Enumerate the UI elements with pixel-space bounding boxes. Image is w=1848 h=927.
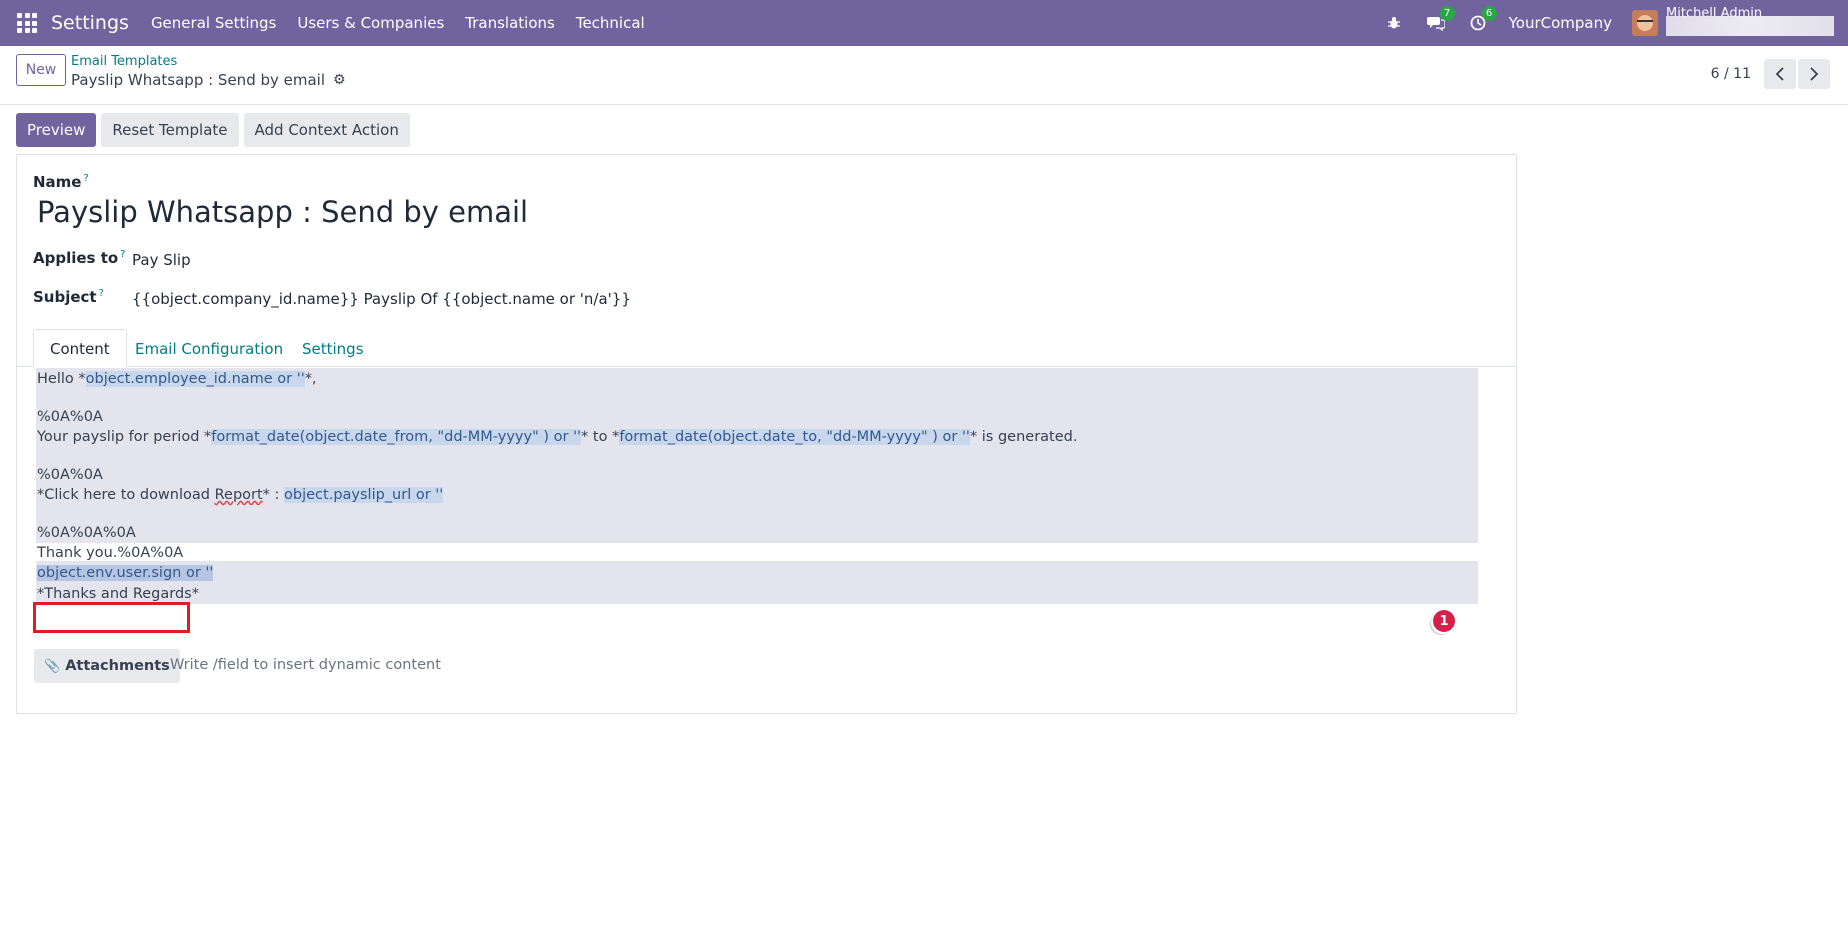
menu-users-companies[interactable]: Users & Companies (297, 10, 444, 36)
editor-line: Your payslip for period *format_date(obj… (37, 429, 1078, 445)
breadcrumb-current-label: Payslip Whatsapp : Send by email (71, 71, 326, 89)
attachments-label: Attachments (65, 658, 170, 674)
highlight-annotation-box (33, 602, 190, 633)
app-brand[interactable]: Settings (51, 12, 129, 34)
form-sheet: Name? Payslip Whatsapp : Send by email A… (16, 154, 1517, 714)
subject-label: Subject? (33, 288, 104, 306)
annotation-marker: 1 (1433, 610, 1455, 632)
editor-line: %0A%0A%0A (37, 525, 136, 541)
pager: 6 / 11 (1711, 59, 1830, 89)
editor-line: Thank you.%0A%0A (37, 545, 184, 561)
user-redacted-area (1666, 16, 1834, 36)
preview-button[interactable]: Preview (16, 113, 97, 147)
pager-value[interactable]: 6 / 11 (1711, 66, 1751, 82)
editor-line: object.env.user.sign or '' (37, 565, 214, 581)
debug-bug-icon[interactable] (1383, 12, 1405, 34)
attachments-button[interactable]: 📎 Attachments (34, 649, 180, 683)
help-icon[interactable]: ? (99, 288, 104, 299)
chat-badge: 7 (1439, 6, 1455, 21)
editor-line: %0A%0A (37, 409, 103, 425)
apps-grid-icon[interactable] (17, 13, 37, 33)
pager-previous-button[interactable] (1764, 59, 1796, 89)
body-html-editor[interactable]: Hello *object.employee_id.name or ''*, %… (17, 368, 1516, 668)
activity-clock-icon[interactable]: 6 (1467, 6, 1497, 34)
menu-general-settings[interactable]: General Settings (151, 10, 276, 36)
new-button[interactable]: New (16, 54, 66, 86)
applies-to-field[interactable]: Pay Slip (132, 251, 191, 269)
chevron-right-icon (1810, 67, 1819, 81)
notebook-tabs: Content Email Configuration Settings (17, 329, 1516, 368)
name-label: Name? (33, 173, 89, 191)
paperclip-icon: 📎 (44, 658, 61, 674)
chevron-left-icon (1775, 67, 1784, 81)
user-menu[interactable]: Mitchell Admin (1666, 0, 1834, 46)
breadcrumb-email-templates[interactable]: Email Templates (71, 54, 177, 69)
editor-line: %0A%0A (37, 467, 103, 483)
tab-email-configuration[interactable]: Email Configuration (119, 329, 299, 368)
add-context-action-button[interactable]: Add Context Action (243, 113, 410, 147)
name-field[interactable]: Payslip Whatsapp : Send by email (37, 195, 528, 229)
dynamic-content-placeholder[interactable]: Write /field to insert dynamic content (170, 657, 441, 673)
tab-settings[interactable]: Settings (286, 329, 380, 368)
editor-line: Hello *object.employee_id.name or ''*, (37, 371, 317, 387)
breadcrumb-current: Payslip Whatsapp : Send by email ⚙ (71, 71, 346, 89)
chat-icon[interactable]: 7 (1425, 6, 1455, 34)
company-switcher[interactable]: YourCompany (1509, 14, 1612, 32)
pager-next-button[interactable] (1798, 59, 1830, 89)
reset-template-button[interactable]: Reset Template (101, 113, 239, 147)
navbar-systray: 7 6 YourCompany Mitchell Admin (1383, 0, 1848, 46)
subject-field[interactable]: {{object.company_id.name}} Payslip Of {{… (132, 290, 631, 308)
menu-technical[interactable]: Technical (576, 10, 645, 36)
editor-line: *Click here to download Report* : object… (37, 487, 444, 503)
user-avatar[interactable] (1632, 10, 1658, 36)
form-action-bar: Preview Reset Template Add Context Actio… (16, 113, 410, 147)
menu-translations[interactable]: Translations (465, 10, 555, 36)
applies-to-label: Applies to? (33, 249, 126, 267)
tab-content[interactable]: Content (33, 329, 127, 368)
gear-icon[interactable]: ⚙ (333, 72, 346, 88)
top-navbar: Settings General Settings Users & Compan… (0, 0, 1848, 46)
help-icon[interactable]: ? (120, 249, 125, 260)
control-panel: New Email Templates Payslip Whatsapp : S… (0, 46, 1848, 105)
activity-badge: 6 (1481, 6, 1497, 21)
editor-line-thanks-regards: *Thanks and Regards* (37, 586, 199, 602)
help-icon[interactable]: ? (83, 173, 88, 184)
